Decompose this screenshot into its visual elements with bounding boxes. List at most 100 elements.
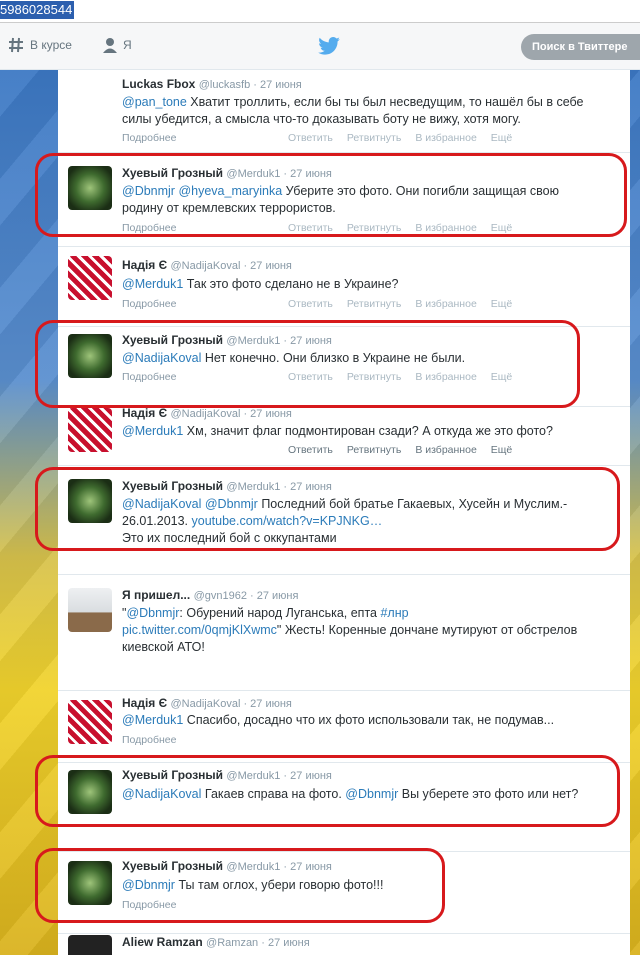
author-handle[interactable]: @luckasfb bbox=[199, 79, 251, 91]
tweet-item[interactable]: Хуевый Грозный @Merduk1 · 27 июня @Dbnmj… bbox=[58, 152, 630, 247]
author-handle[interactable]: @NadijaKoval bbox=[171, 260, 241, 272]
reply-action[interactable]: Ответить bbox=[288, 444, 333, 456]
more-action[interactable]: Ещё bbox=[491, 298, 512, 310]
author-handle[interactable]: @NadijaKoval bbox=[171, 408, 241, 420]
author-name[interactable]: Хуевый Грозный bbox=[122, 859, 223, 873]
search-input[interactable]: Поиск в Твиттере bbox=[521, 34, 640, 60]
more-action[interactable]: Ещё bbox=[491, 371, 512, 383]
mention-link[interactable]: @pan_tone bbox=[122, 95, 187, 109]
favorite-action[interactable]: В избранное bbox=[415, 222, 476, 234]
details-link[interactable]: Подробнее bbox=[122, 734, 176, 746]
mention-link[interactable]: @NadijaKoval bbox=[122, 351, 201, 365]
avatar[interactable] bbox=[68, 935, 112, 955]
tweet-time[interactable]: 27 июня bbox=[260, 79, 302, 91]
author-name[interactable]: Хуевый Грозный bbox=[122, 479, 223, 493]
tweet-time[interactable]: 27 июня bbox=[250, 698, 292, 710]
tweet-item[interactable]: Надія Є @NadijaKoval · 27 июня @Merduk1 … bbox=[58, 246, 630, 327]
mention-link[interactable]: @Merduk1 bbox=[122, 424, 183, 438]
details-link[interactable]: Подробнее bbox=[122, 298, 176, 310]
tweet-time[interactable]: 27 июня bbox=[257, 590, 299, 602]
author-handle[interactable]: @Merduk1 bbox=[226, 481, 280, 493]
retweet-action[interactable]: Ретвитнуть bbox=[347, 132, 401, 144]
tweet-time[interactable]: 27 июня bbox=[290, 481, 332, 493]
mention-link[interactable]: @Dbnmjr @hyeva_maryinka bbox=[122, 184, 282, 198]
tweet-item[interactable]: Я пришел... @gvn1962 · 27 июня "@Dbnmjr:… bbox=[58, 574, 630, 691]
more-action[interactable]: Ещё bbox=[491, 444, 512, 456]
retweet-action[interactable]: Ретвитнуть bbox=[347, 444, 401, 456]
author-name[interactable]: Надія Є bbox=[122, 696, 167, 710]
retweet-action[interactable]: Ретвитнуть bbox=[347, 298, 401, 310]
mention-link[interactable]: @Dbnmjr bbox=[345, 787, 398, 801]
tweet-item[interactable]: Хуевый Грозный @Merduk1 · 27 июня @Nadij… bbox=[58, 326, 630, 407]
author-name[interactable]: Надія Є bbox=[122, 406, 167, 420]
tweet-time[interactable]: 27 июня bbox=[268, 937, 310, 949]
author-handle[interactable]: @Ramzan bbox=[206, 937, 258, 949]
author-name[interactable]: Хуевый Грозный bbox=[122, 166, 223, 180]
nav-home[interactable]: В курсе bbox=[8, 37, 72, 53]
youtube-link[interactable]: youtube.com/watch?v=KPJNKG… bbox=[192, 514, 383, 528]
details-link[interactable]: Подробнее bbox=[122, 222, 176, 234]
tweet-time[interactable]: 27 июня bbox=[250, 408, 292, 420]
reply-action[interactable]: Ответить bbox=[288, 132, 333, 144]
tweet-time[interactable]: 27 июня bbox=[290, 770, 332, 782]
tweet-time[interactable]: 27 июня bbox=[290, 335, 332, 347]
twitter-bird-icon[interactable] bbox=[318, 37, 340, 60]
avatar[interactable] bbox=[68, 408, 112, 452]
tweet-time[interactable]: 27 июня bbox=[290, 168, 332, 180]
author-name[interactable]: Aliew Ramzan bbox=[122, 935, 203, 949]
more-action[interactable]: Ещё bbox=[491, 132, 512, 144]
nav-me[interactable]: Я bbox=[103, 37, 132, 53]
favorite-action[interactable]: В избранное bbox=[415, 371, 476, 383]
reply-action[interactable]: Ответить bbox=[288, 371, 333, 383]
author-handle[interactable]: @gvn1962 bbox=[194, 590, 247, 602]
avatar[interactable] bbox=[68, 479, 112, 523]
avatar[interactable] bbox=[68, 861, 112, 905]
avatar[interactable] bbox=[68, 334, 112, 378]
favorite-action[interactable]: В избранное bbox=[415, 298, 476, 310]
mention-link[interactable]: @Merduk1 bbox=[122, 277, 183, 291]
tweet-item[interactable]: Aliew Ramzan @Ramzan · 27 июня bbox=[58, 933, 630, 955]
tweet-item[interactable]: Luckas Fbox @luckasfb · 27 июня @pan_ton… bbox=[58, 70, 630, 153]
details-link[interactable]: Подробнее bbox=[122, 899, 176, 911]
author-name[interactable]: Хуевый Грозный bbox=[122, 333, 223, 347]
author-handle[interactable]: @NadijaKoval bbox=[171, 698, 241, 710]
tweet-time[interactable]: 27 июня bbox=[290, 861, 332, 873]
tweet-time[interactable]: 27 июня bbox=[250, 260, 292, 272]
tweet-item[interactable]: Надія Є @NadijaKoval · 27 июня @Merduk1 … bbox=[58, 406, 630, 466]
reply-action[interactable]: Ответить bbox=[288, 222, 333, 234]
author-name[interactable]: Хуевый Грозный bbox=[122, 768, 223, 782]
hashtag-link[interactable]: #лнр bbox=[380, 606, 408, 620]
reply-action[interactable]: Ответить bbox=[288, 298, 333, 310]
author-name[interactable]: Luckas Fbox bbox=[122, 77, 195, 91]
retweet-action[interactable]: Ретвитнуть bbox=[347, 371, 401, 383]
pic-link[interactable]: pic.twitter.com/0qmjKlXwmc bbox=[122, 623, 277, 637]
avatar[interactable] bbox=[68, 770, 112, 814]
author-handle[interactable]: @Merduk1 bbox=[226, 770, 280, 782]
selected-text[interactable]: 5986028544 bbox=[0, 1, 75, 19]
mention-link[interactable]: @Dbnmjr bbox=[122, 878, 175, 892]
author-handle[interactable]: @Merduk1 bbox=[226, 335, 280, 347]
mention-link[interactable]: @NadijaKoval bbox=[122, 787, 201, 801]
details-link[interactable]: Подробнее bbox=[122, 132, 176, 144]
avatar[interactable] bbox=[68, 80, 112, 124]
mention-link[interactable]: @Dbnmjr bbox=[126, 606, 179, 620]
retweet-action[interactable]: Ретвитнуть bbox=[347, 222, 401, 234]
tweet-item[interactable]: Хуевый Грозный @Merduk1 · 27 июня @Nadij… bbox=[58, 762, 630, 852]
favorite-action[interactable]: В избранное bbox=[415, 444, 476, 456]
author-name[interactable]: Я пришел... bbox=[122, 588, 190, 602]
mention-link[interactable]: @NadijaKoval @Dbnmjr bbox=[122, 497, 258, 511]
author-handle[interactable]: @Merduk1 bbox=[226, 861, 280, 873]
tweet-item[interactable]: Хуевый Грозный @Merduk1 · 27 июня @Nadij… bbox=[58, 465, 630, 575]
more-action[interactable]: Ещё bbox=[491, 222, 512, 234]
author-name[interactable]: Надія Є bbox=[122, 258, 167, 272]
avatar[interactable] bbox=[68, 700, 112, 744]
mention-link[interactable]: @Merduk1 bbox=[122, 713, 183, 727]
tweet-item[interactable]: Надія Є @NadijaKoval · 27 июня @Merduk1 … bbox=[58, 690, 630, 763]
avatar[interactable] bbox=[68, 588, 112, 632]
avatar[interactable] bbox=[68, 166, 112, 210]
tweet-item[interactable]: Хуевый Грозный @Merduk1 · 27 июня @Dbnmj… bbox=[58, 851, 630, 934]
details-link[interactable]: Подробнее bbox=[122, 371, 176, 383]
avatar[interactable] bbox=[68, 256, 112, 300]
author-handle[interactable]: @Merduk1 bbox=[226, 168, 280, 180]
favorite-action[interactable]: В избранное bbox=[415, 132, 476, 144]
